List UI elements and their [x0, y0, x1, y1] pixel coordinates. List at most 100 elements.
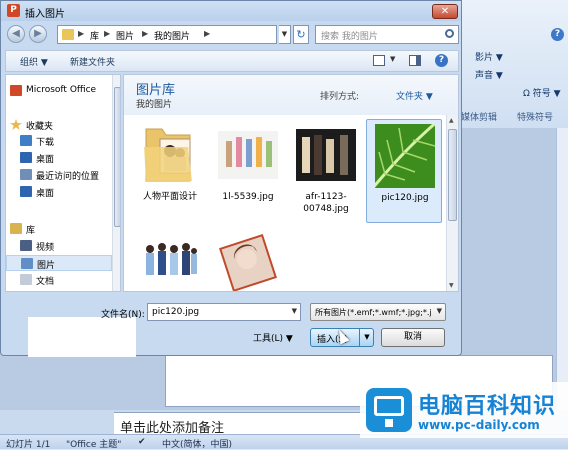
- nav-item-desktop[interactable]: 桌面: [6, 150, 112, 166]
- nav-item-microsoft-office[interactable]: Microsoft Office: [6, 83, 112, 99]
- scrollbar-thumb[interactable]: [114, 87, 120, 227]
- powerpoint-app-icon: P: [7, 4, 20, 17]
- language-status: 中文(简体，中国): [162, 440, 233, 450]
- file-type-select[interactable]: 所有图片(*.emf;*.wmf;*.jpg;*.j ▼: [310, 303, 446, 321]
- refresh-button[interactable]: ↻: [293, 25, 309, 44]
- desktop-icon: [20, 186, 32, 197]
- search-input[interactable]: 搜索 我的图片: [315, 25, 459, 44]
- insert-picture-dialog: P 插入图片 ✕ ◀ ▶ ▶ 库 ▶ 图片 ▶ 我的图片 ▶ ▼ ↻ 搜索 我的…: [0, 0, 462, 357]
- file-tile-pic120[interactable]: pic120.jpg: [366, 118, 442, 223]
- chevron-right-icon[interactable]: ▶: [204, 29, 210, 38]
- nav-item-label: Microsoft Office: [26, 85, 97, 95]
- navigation-bar: ◀ ▶ ▶ 库 ▶ 图片 ▶ 我的图片 ▶ ▼ ↻ 搜索 我的图片: [5, 23, 459, 47]
- help-icon[interactable]: ?: [435, 54, 448, 67]
- dialog-title: 插入图片: [25, 9, 65, 20]
- photo-thumbnail: [369, 118, 440, 192]
- nav-item-label: 收藏夹: [26, 122, 54, 132]
- sound-button[interactable]: 声音 ▼: [475, 68, 503, 81]
- arrange-by-label: 排列方式:: [320, 92, 360, 102]
- nav-item-libraries[interactable]: 库: [6, 221, 112, 237]
- insert-dropdown-icon[interactable]: ▼: [359, 329, 374, 346]
- nav-item-label: 库: [26, 226, 36, 236]
- help-icon[interactable]: ?: [551, 28, 564, 41]
- recent-icon: [20, 169, 32, 180]
- nav-item-downloads[interactable]: 下载: [6, 133, 112, 149]
- library-icon: [10, 223, 22, 234]
- breadcrumb-pictures[interactable]: 图片: [116, 29, 134, 42]
- navigation-pane: Microsoft Office 收藏夹 下载 桌面 最近访问的位置 桌面 库: [5, 74, 121, 292]
- nav-item-label: 桌面: [36, 189, 55, 199]
- photo-thumbnail: [218, 123, 278, 187]
- chevron-down-icon[interactable]: ▼: [436, 307, 442, 315]
- nav-item-label: 视频: [36, 243, 55, 253]
- new-folder-button[interactable]: 新建文件夹: [70, 55, 115, 68]
- nav-item-favorites[interactable]: 收藏夹: [6, 117, 112, 133]
- photo-thumbnail: [218, 229, 278, 291]
- address-dropdown-button[interactable]: ▼: [279, 25, 291, 44]
- chevron-down-icon[interactable]: ▼: [292, 307, 297, 315]
- dialog-titlebar[interactable]: P 插入图片 ✕: [1, 1, 461, 21]
- nav-item-label: 下载: [36, 138, 55, 148]
- desktop-icon: [20, 152, 32, 163]
- nav-pane-scrollbar[interactable]: [112, 75, 120, 291]
- cancel-button[interactable]: 取消: [381, 328, 445, 347]
- nav-item-label: 文档: [36, 277, 55, 287]
- chevron-right-icon[interactable]: ▶: [104, 29, 110, 38]
- office-icon: [10, 85, 22, 96]
- search-icon[interactable]: [445, 29, 454, 38]
- file-tile-portrait[interactable]: [210, 225, 286, 291]
- file-tile-1l-5539[interactable]: 1l-5539.jpg: [210, 119, 286, 223]
- file-tile-folder[interactable]: 人物平面设计: [132, 119, 208, 223]
- change-view-icon[interactable]: [373, 55, 385, 66]
- tools-button[interactable]: 工具(L) ▼: [247, 328, 301, 346]
- organize-button[interactable]: 组织 ▼: [20, 55, 48, 68]
- library-header: 图片库 我的图片 排列方式: 文件夹 ▼: [124, 75, 458, 115]
- vertical-scrollbar[interactable]: [556, 128, 568, 410]
- folder-icon: [62, 29, 74, 40]
- library-subtitle: 我的图片: [136, 100, 173, 110]
- nav-item-recent-places[interactable]: 最近访问的位置: [6, 167, 112, 183]
- scroll-down-icon[interactable]: ▼: [449, 282, 454, 289]
- back-button[interactable]: ◀: [7, 25, 25, 43]
- folder-icon: [140, 123, 200, 187]
- breadcrumb-my-pictures[interactable]: 我的图片: [154, 29, 190, 42]
- theme-name: "Office 主题": [66, 440, 122, 450]
- nav-item-documents[interactable]: 文档: [6, 272, 112, 288]
- file-tile-afr-1123-00748[interactable]: afr-1123-00748.jpg: [288, 119, 364, 223]
- scroll-up-icon[interactable]: ▲: [449, 117, 454, 124]
- spellcheck-icon: ✔: [138, 437, 146, 447]
- notes-pane[interactable]: 单击此处添加备注: [114, 412, 384, 436]
- filename-value: pic120.jpg: [152, 307, 200, 317]
- close-button[interactable]: ✕: [432, 4, 458, 19]
- filename-label: 文件名(N):: [101, 310, 145, 320]
- group-special-symbols: 特殊符号: [517, 113, 554, 123]
- symbol-button[interactable]: Ω 符号 ▼: [523, 86, 561, 99]
- chevron-right-icon[interactable]: ▶: [142, 29, 148, 38]
- arrange-by-dropdown[interactable]: 文件夹 ▼: [396, 89, 433, 102]
- film-button[interactable]: 影片 ▼: [475, 50, 503, 63]
- blank-region: [28, 317, 136, 357]
- file-label: pic120.jpg: [381, 193, 429, 203]
- video-icon: [20, 240, 32, 251]
- nav-item-label: 图片: [37, 261, 56, 271]
- nav-item-desktop-2[interactable]: 桌面: [6, 184, 112, 200]
- chevron-right-icon[interactable]: ▶: [78, 29, 84, 38]
- filename-input[interactable]: pic120.jpg ▼: [147, 303, 301, 321]
- file-list-scrollbar[interactable]: ▲ ▼: [446, 115, 458, 291]
- nav-item-label: 最近访问的位置: [36, 172, 100, 182]
- breadcrumb-library[interactable]: 库: [90, 29, 99, 42]
- address-bar[interactable]: ▶ 库 ▶ 图片 ▶ 我的图片 ▶: [57, 25, 277, 44]
- file-type-value: 所有图片(*.emf;*.wmf;*.jpg;*.j: [315, 308, 432, 317]
- view-dropdown-icon[interactable]: ▼: [390, 55, 395, 63]
- download-icon: [20, 135, 32, 146]
- search-placeholder: 搜索 我的图片: [321, 32, 378, 42]
- nav-item-videos[interactable]: 视频: [6, 238, 112, 254]
- scrollbar-thumb[interactable]: [448, 129, 457, 221]
- command-toolbar: 组织 ▼ 新建文件夹 ▼ ?: [5, 50, 459, 72]
- watermark: 电脑百科知识 www.pc-daily.com: [360, 382, 568, 438]
- forward-button[interactable]: ▶: [29, 25, 47, 43]
- file-tile-group-photo[interactable]: [132, 225, 208, 291]
- picture-icon: [21, 258, 33, 269]
- nav-item-pictures[interactable]: 图片: [6, 255, 112, 271]
- preview-pane-icon[interactable]: [409, 55, 421, 66]
